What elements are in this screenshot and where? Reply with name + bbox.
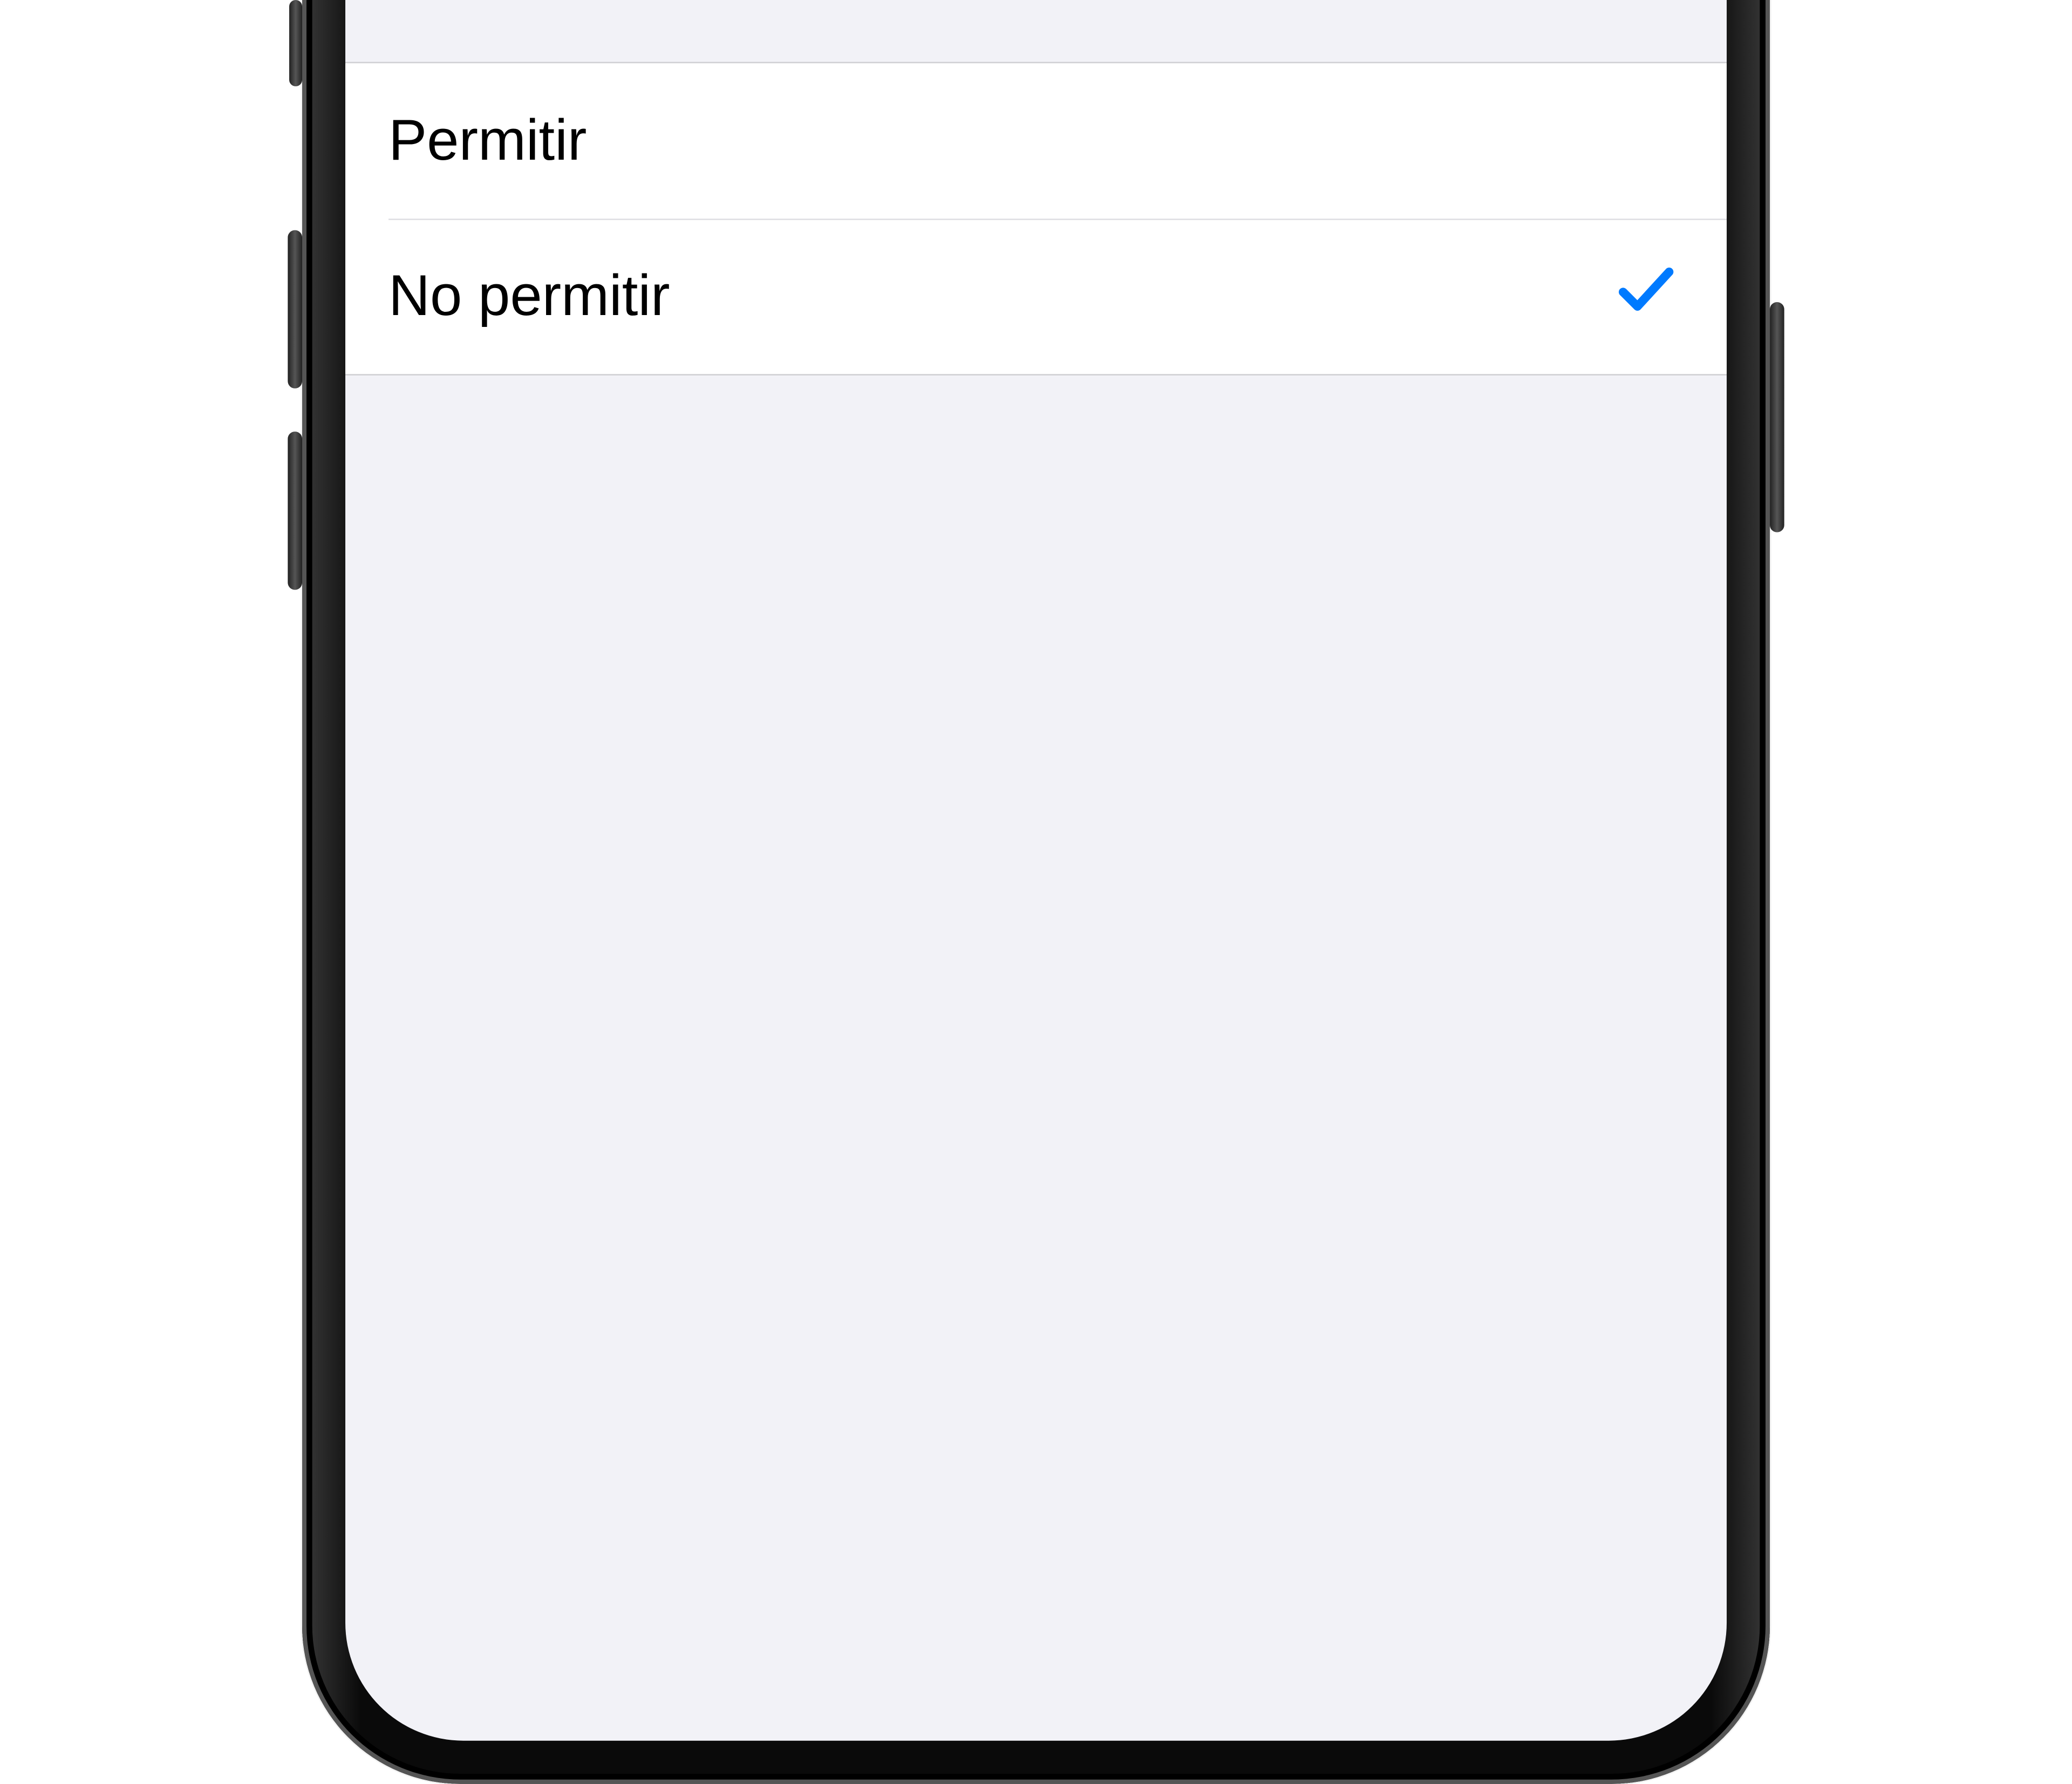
volume-up-button[interactable] [288,230,302,388]
phone-frame: Atrás Compras dentro de la app Permitir … [302,0,1770,1784]
screen: Atrás Compras dentro de la app Permitir … [345,0,1727,1741]
option-allow[interactable]: Permitir [345,63,1727,218]
option-label: No permitir [388,265,670,330]
side-button[interactable] [1770,302,1784,532]
options-group: Permitir No permitir [345,63,1727,375]
option-label: Permitir [388,108,587,173]
volume-down-button[interactable] [288,432,302,590]
option-dont-allow[interactable]: No permitir [388,218,1727,374]
group-header-gap [345,0,1727,63]
checkmark-icon [1617,263,1675,332]
mute-switch[interactable] [289,0,302,86]
